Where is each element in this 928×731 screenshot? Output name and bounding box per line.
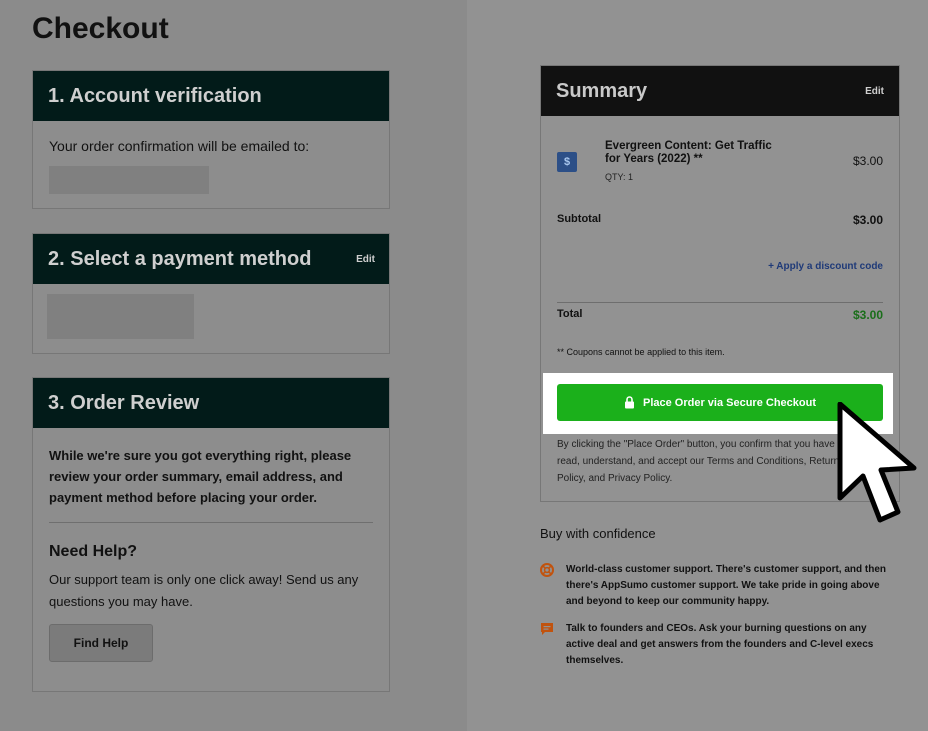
confidence-founders-text: Talk to founders and CEOs. Ask your burn… xyxy=(566,623,874,666)
payment-method-header: 2. Select a payment method Edit xyxy=(33,234,389,284)
need-help-title: Need Help? xyxy=(49,543,138,560)
page-title: Checkout xyxy=(32,12,169,45)
payment-method-title: 2. Select a payment method xyxy=(48,247,312,270)
confidence-item-support: World-class customer support. There's cu… xyxy=(540,562,900,610)
product-name: Evergreen Content: Get Traffic for Years… xyxy=(605,140,772,165)
discount-code-link[interactable]: + Apply a discount code xyxy=(768,261,883,272)
email-label: Your order confirmation will be emailed … xyxy=(49,138,310,154)
total-value: $3.00 xyxy=(852,308,883,322)
confidence-support-text: World-class customer support. There's cu… xyxy=(566,564,887,607)
product-qty: QTY: 1 xyxy=(605,172,634,182)
place-order-button[interactable]: Place Order via Secure Checkout xyxy=(557,384,883,421)
find-help-button[interactable]: Find Help xyxy=(49,624,153,662)
legal-text: By clicking the "Place Order" button, yo… xyxy=(557,439,840,484)
summary-edit-link[interactable]: Edit xyxy=(865,86,884,97)
coupon-note: ** Coupons cannot be applied to this ite… xyxy=(557,347,725,357)
order-review-title: 3. Order Review xyxy=(48,391,200,414)
total-label: Total xyxy=(557,308,583,320)
review-divider xyxy=(49,522,373,523)
place-order-label: Place Order via Secure Checkout xyxy=(642,396,817,409)
confidence-item-founders: Talk to founders and CEOs. Ask your burn… xyxy=(540,621,900,669)
need-help-text: Our support team is only one click away!… xyxy=(49,572,359,609)
order-review-text: While we're sure you got everything righ… xyxy=(49,448,352,505)
summary-divider xyxy=(557,302,883,303)
email-redacted xyxy=(49,166,209,194)
payment-method-panel: 2. Select a payment method Edit xyxy=(32,233,390,354)
lock-icon xyxy=(624,396,634,409)
account-verification-header: 1. Account verification xyxy=(33,71,389,121)
chat-icon xyxy=(541,623,553,635)
mouse-cursor-icon xyxy=(837,402,917,523)
product-price: $3.00 xyxy=(852,154,883,168)
payment-edit-link[interactable]: Edit xyxy=(356,254,375,265)
account-verification-title: 1. Account verification xyxy=(48,84,262,107)
lifebuoy-icon xyxy=(540,563,554,577)
account-verification-panel: 1. Account verification Your order confi… xyxy=(32,70,390,209)
order-review-header: 3. Order Review xyxy=(33,378,389,428)
order-review-panel: 3. Order Review While we're sure you got… xyxy=(32,377,390,692)
summary-header: Summary Edit xyxy=(541,66,899,116)
product-thumbnail-icon: $ xyxy=(557,152,577,172)
subtotal-label: Subtotal xyxy=(557,213,601,225)
summary-title: Summary xyxy=(556,79,648,102)
payment-method-redacted[interactable] xyxy=(47,294,194,339)
subtotal-value: $3.00 xyxy=(852,213,883,227)
confidence-title: Buy with confidence xyxy=(540,526,656,541)
